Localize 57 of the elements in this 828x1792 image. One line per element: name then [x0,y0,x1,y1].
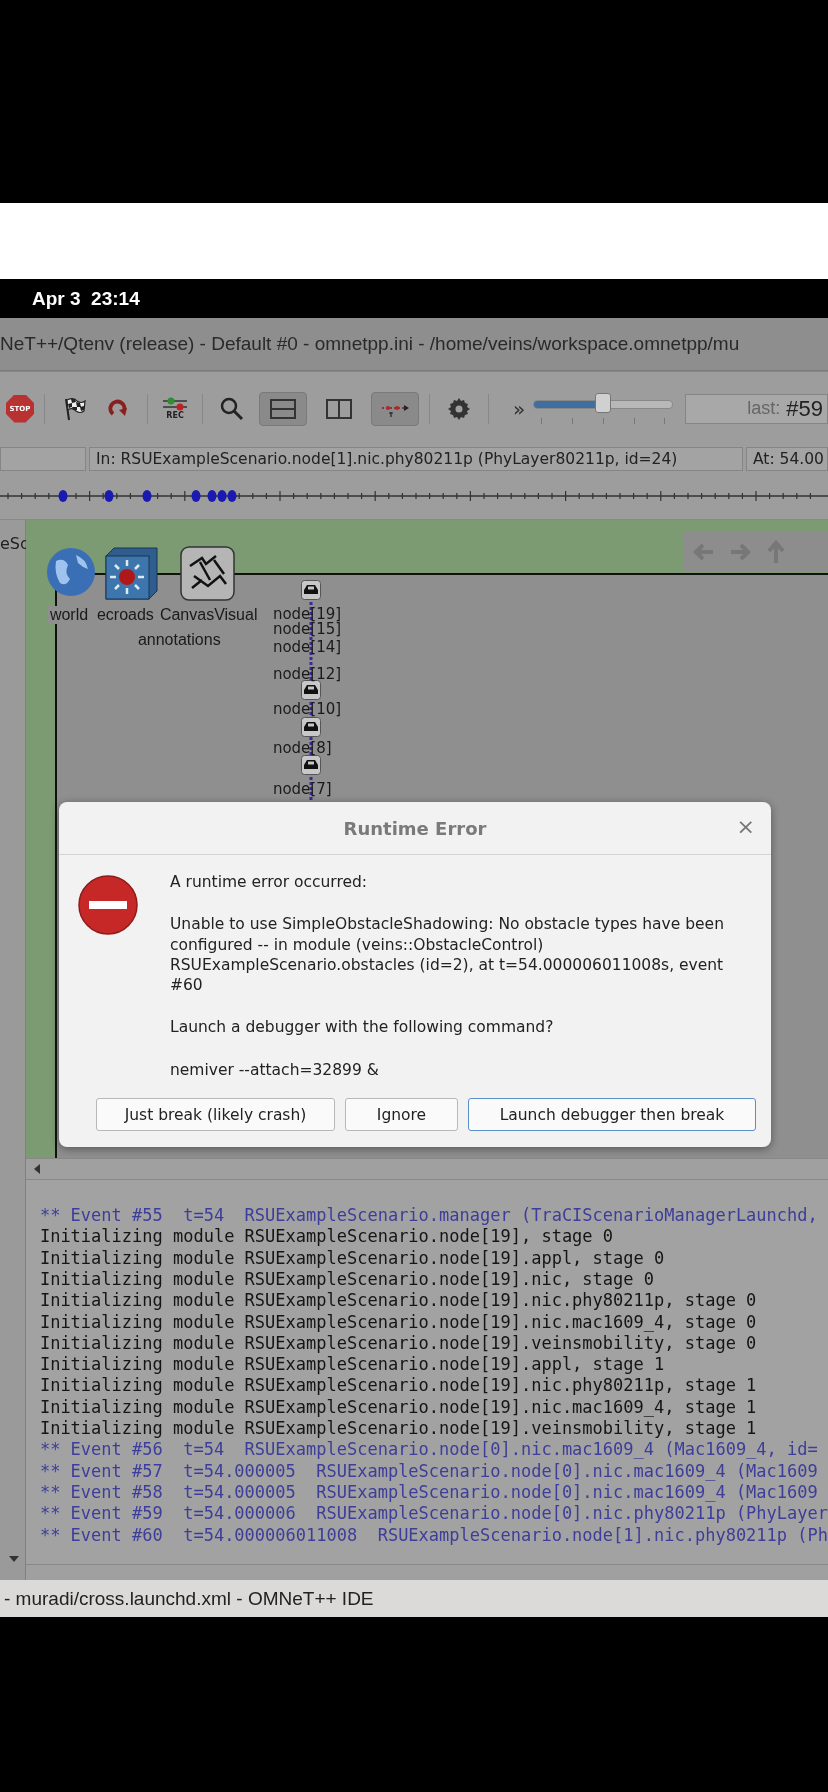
split-columns-icon [325,397,353,420]
log-line: ** Event #55 t=54 RSUExampleScenario.manager (TraCIScenarioManagerLaunchd, [39,1205,818,1227]
event-field[interactable]: last: #59 [685,393,828,424]
split-rows-icon [269,397,297,420]
window-title: - muradi/cross.launchd.xml - OMNeT++ IDE [4,1587,374,1610]
log-line: Initializing module RSUExampleScenario.node[19].nic.mac1609_4, stage 0 [39,1311,757,1333]
node-label: node[10] [272,701,342,717]
debugger-question: Launch a debugger with the following command? [170,1017,555,1038]
car-icon[interactable] [300,680,321,700]
log-line: Initializing module RSUExampleScenario.node[19].nic.phy80211p, stage 1 [39,1375,757,1397]
error-message: Unable to use SimpleObstacleShadowing: No obstacle types have been configured -- in module (veins::ObstacleControl) RSUExampleScenario.obstacles (id=2), at t=54.000006011008s, event #60 [170,914,725,996]
node-label: node[14] [272,639,342,655]
search-icon[interactable] [219,395,245,422]
log-line: ** Event #60 t=54.000006011008 RSUExampleScenario.node[1].nic.phy80211p (Ph [39,1524,828,1546]
module-label: world [47,606,91,624]
node-label: node[15] [272,621,342,637]
log-line: Initializing module RSUExampleScenario.node[19].veinsmobility, stage 1 [39,1418,757,1440]
split-horizontal-button[interactable] [259,391,307,426]
node-label: node[19] [272,606,342,622]
car-icon[interactable] [300,717,321,737]
close-button[interactable]: × [736,814,755,839]
dialog-title: Runtime Error [343,817,487,839]
time-status: At: 54.00 [746,447,828,471]
log-line: Initializing module RSUExampleScenario.node[19].nic.phy80211p, stage 0 [39,1290,757,1312]
node-label: node[8] [272,740,332,756]
clock: Apr 3 23:14 [32,287,140,310]
log-line: ** Event #57 t=54.000005 RSUExampleScenario.node[0].nic.mac1609_4 (Mac1609 [39,1460,818,1482]
scroll-down-icon[interactable] [7,1554,21,1564]
sliders-icon [162,397,188,411]
timeline-button[interactable] [371,391,419,426]
cube-icon[interactable] [103,546,159,601]
debugger-command: nemiver --attach=32899 & [170,1059,380,1081]
window-title: NeT++/Qtenv (release) - Default #0 - omnetpp.ini - /home/veins/workspace.omnetpp/mu [0,333,740,355]
error-heading: A runtime error occurred: [170,872,369,893]
log-line: ** Event #58 t=54.000005 RSUExampleScenario.node[0].nic.mac1609_4 (Mac1609 [39,1481,818,1504]
error-icon [77,874,139,936]
puzzle-icon[interactable] [179,546,235,601]
car-icon[interactable] [300,580,321,600]
log-line: Initializing module RSUExampleScenario.node[19].nic.mac1609_4, stage 1 [39,1396,757,1419]
module-status: In: RSUExampleScenario.node[1].nic.phy80211p (PhyLayer80211p, id=24) [89,447,743,471]
node-label: node[12] [272,666,342,682]
node-label: node[7] [272,781,332,797]
record-button[interactable]: REC [162,397,188,420]
log-line: Initializing module RSUExampleScenario.node[19].nic, stage 0 [39,1268,654,1291]
log-line: ** Event #56 t=54 RSUExampleScenario.node[0].nic.mac1609_4 (Mac1609_4, id= [39,1439,818,1461]
log-line: Initializing module RSUExampleScenario.node[19].appl, stage 1 [39,1354,665,1376]
dialog-button[interactable]: Ignore [345,1098,458,1131]
log-line: Initializing module RSUExampleScenario.node[19].appl, stage 0 [39,1247,665,1269]
log-line: Initializing module RSUExampleScenario.node[19], stage 0 [39,1226,614,1248]
globe-icon[interactable] [45,547,96,597]
dialog-button[interactable]: Launch debugger then break [468,1098,756,1131]
log-line: Initializing module RSUExampleScenario.node[19].veinsmobility, stage 0 [39,1332,757,1355]
dialog-button[interactable]: Just break (likely crash) [96,1098,335,1131]
car-icon[interactable] [300,755,321,775]
speed-slider[interactable] [533,391,674,426]
more-button[interactable]: » [513,396,526,421]
log-line: ** Event #59 t=54.000006 RSUExampleScenario.node[0].nic.phy80211p (PhyLayer [39,1503,828,1525]
